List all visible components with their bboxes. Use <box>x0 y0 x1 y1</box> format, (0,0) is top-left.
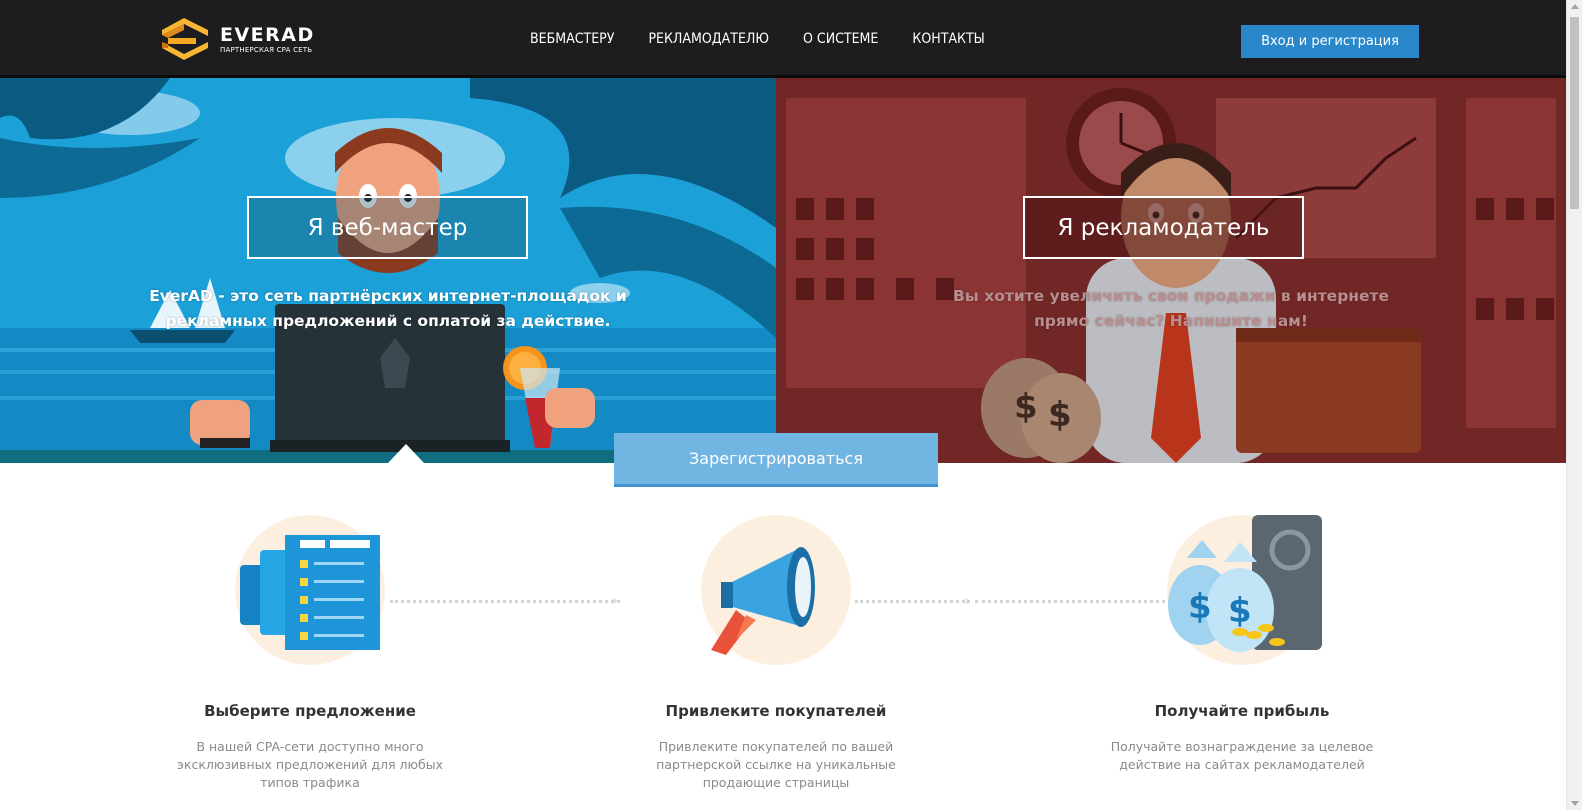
webmaster-title-box[interactable]: Я веб-мастер <box>247 196 528 259</box>
logo-text: EVERAD <box>220 24 315 46</box>
webmaster-desc-line-2: рекламных предложений с оплатой за дейст… <box>165 312 611 330</box>
site-header: EVERAD ПАРТНЕРСКАЯ CPA СЕТЬ ВЕБМАСТЕРУ Р… <box>0 0 1566 78</box>
hero-webmaster-panel[interactable]: Я веб-мастер EverAD - это сеть партнёрск… <box>0 78 776 463</box>
svg-text:$: $ <box>1014 387 1038 427</box>
step-title: Выберите предложение <box>204 702 416 720</box>
nav-item-about[interactable]: О СИСТЕМЕ <box>803 31 878 47</box>
scroll-up-icon[interactable] <box>1571 4 1579 9</box>
step-choose-offer: Выберите предложение В нашей CPA-сети до… <box>150 510 470 792</box>
svg-text:$: $ <box>1228 591 1252 631</box>
webmaster-description: EverAD - это сеть партнёрских интернет-п… <box>0 284 776 334</box>
advertiser-title-box[interactable]: Я рекламодатель <box>1023 196 1304 259</box>
svg-text:$: $ <box>1188 587 1212 627</box>
beach-illustration <box>0 78 776 463</box>
hero-advertiser-panel[interactable]: $ $ Я рекламодатель Вы хотите увеличить … <box>776 78 1566 463</box>
step-get-profit: $ $ Получайте прибыль Получайте вознагра… <box>1082 510 1402 774</box>
svg-text:$: $ <box>1048 395 1072 435</box>
step-title: Привлеките покупателей <box>665 702 887 720</box>
nav-item-advertiser[interactable]: РЕКЛАМОДАТЕЛЮ <box>648 31 769 47</box>
page-scrollbar[interactable] <box>1566 0 1582 810</box>
login-register-button[interactable]: Вход и регистрация <box>1241 25 1419 58</box>
money-bags-icon: $ $ <box>1162 510 1322 670</box>
hero-section: Я веб-мастер EverAD - это сеть партнёрск… <box>0 78 1566 463</box>
page: EVERAD ПАРТНЕРСКАЯ CPA СЕТЬ ВЕБМАСТЕРУ Р… <box>0 0 1582 810</box>
step-title: Получайте прибыль <box>1154 702 1330 720</box>
scroll-down-icon[interactable] <box>1571 801 1579 806</box>
nav-item-contacts[interactable]: КОНТАКТЫ <box>912 31 984 47</box>
webmaster-desc-line-1: EverAD - это сеть партнёрских интернет-п… <box>149 287 627 305</box>
advertiser-desc-line-1: Вы хотите увеличить свои продажи в интер… <box>952 287 1390 305</box>
logo-mark-icon <box>162 18 208 60</box>
megaphone-icon <box>696 510 856 670</box>
office-illustration: $ $ <box>776 78 1566 463</box>
step-description: Привлеките покупателей по вашей партнерс… <box>656 739 896 790</box>
connector-arrow-icon: › <box>964 593 970 609</box>
step-attract-buyers: Привлеките покупателей Привлеките покупа… <box>616 510 936 792</box>
step-description: В нашей CPA-сети доступно много эксклюзи… <box>177 739 443 790</box>
main-nav: ВЕБМАСТЕРУ РЕКЛАМОДАТЕЛЮ О СИСТЕМЕ КОНТА… <box>530 31 1019 47</box>
advertiser-desc-line-2: прямо сейчас? Напишите нам! <box>1034 312 1308 330</box>
scrollbar-thumb[interactable] <box>1570 17 1579 209</box>
active-panel-notch <box>388 444 424 463</box>
nav-item-webmaster[interactable]: ВЕБМАСТЕРУ <box>530 31 614 47</box>
step-description: Получайте вознаграждение за целевое дейс… <box>1110 739 1374 772</box>
advertiser-description: Вы хотите увеличить свои продажи в интер… <box>776 284 1566 334</box>
document-list-icon <box>230 510 390 670</box>
logo-subtitle: ПАРТНЕРСКАЯ CPA СЕТЬ <box>220 46 313 54</box>
register-button[interactable]: Зарегистрироваться <box>614 433 938 487</box>
everad-logo[interactable]: EVERAD ПАРТНЕРСКАЯ CPA СЕТЬ <box>156 16 316 62</box>
